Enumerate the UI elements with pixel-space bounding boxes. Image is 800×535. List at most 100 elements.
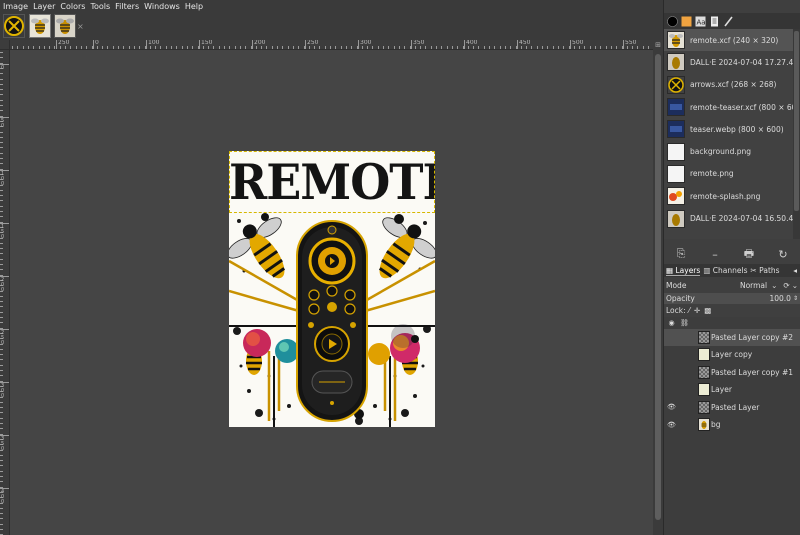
ruler-major-tick [93, 40, 94, 49]
image-tab-bee-alt[interactable] [54, 14, 76, 38]
pattern-icon[interactable] [681, 16, 692, 27]
scrollbar-thumb[interactable] [794, 31, 799, 211]
horizontal-ruler[interactable]: 250 0 100 150 200 250 300 350 400 450 500 550 [10, 40, 653, 50]
image-list-item[interactable]: remote-splash.png [664, 185, 800, 207]
layer-name: Pasted Layer [711, 402, 760, 412]
ruler-tick [361, 46, 363, 49]
ruler-label: 50 [1, 118, 5, 129]
tab-channels[interactable]: ▥ Channels [703, 266, 747, 275]
image-thumbnail-icon [667, 164, 685, 183]
image-tab-bee[interactable] [29, 14, 51, 38]
ruler-tick [451, 46, 453, 49]
ruler-tick [383, 46, 384, 49]
ruler-label: 350 [413, 40, 425, 46]
mode-toggle-icon[interactable]: ⟳ [783, 281, 789, 290]
ruler-tick [0, 216, 3, 218]
opacity-value[interactable]: 100.0 [769, 294, 790, 303]
ruler-tick [118, 46, 119, 49]
image-list-item[interactable]: background.png [664, 140, 800, 162]
ruler-tick [181, 46, 183, 49]
menu-colors[interactable]: Colors [60, 0, 85, 13]
image-list-item[interactable]: DALL·E 2024-07-04 16.50.40 - Cr [664, 207, 800, 229]
layer-row[interactable]: 👁 bg [664, 416, 800, 433]
menu-help[interactable]: Help [185, 0, 203, 13]
brush-icon[interactable] [667, 15, 678, 27]
vertical-ruler[interactable]: 0 50 100 150 200 250 300 350 400 [0, 50, 10, 535]
ruler-tick [282, 46, 284, 49]
images-scrollbar[interactable] [793, 29, 800, 239]
lock-pixels-icon[interactable]: ⁄ [689, 306, 690, 315]
ruler-tick [626, 46, 628, 49]
ruler-tick [0, 311, 3, 313]
ruler-tick [0, 370, 3, 371]
opacity-slider[interactable]: Opacity 100.0 ⇕ [664, 293, 800, 304]
eye-icon[interactable]: 👁 [667, 403, 676, 411]
scrollbar-thumb[interactable] [655, 54, 661, 520]
ruler-corner[interactable] [0, 40, 10, 50]
visibility-toggle[interactable] [667, 385, 676, 395]
navigate-icon[interactable]: ⊞ [653, 40, 663, 50]
eye-icon[interactable]: 👁 [667, 421, 676, 429]
eye-icon[interactable]: ◉ [667, 319, 676, 327]
print-icon[interactable]: 🖶 [742, 245, 756, 264]
menu-layer[interactable]: Layer [33, 0, 55, 13]
visibility-toggle[interactable] [667, 333, 676, 343]
ruler-tick [176, 46, 178, 49]
tab-menu-icon[interactable]: ◂ [793, 266, 797, 275]
ruler-tick [255, 46, 257, 49]
ruler-tick [0, 417, 3, 419]
tab-layers[interactable]: ▦ Layers [666, 266, 701, 276]
chain-icon[interactable]: ⛓ [680, 319, 689, 327]
canvas-scrollbar[interactable] [653, 40, 663, 535]
visibility-toggle[interactable] [667, 350, 676, 360]
image-list-item[interactable]: remote-teaser.xcf (800 × 600) [664, 96, 800, 118]
image-list-item[interactable]: teaser.webp (800 × 600) [664, 118, 800, 140]
ruler-tick [531, 46, 533, 49]
visibility-toggle[interactable] [667, 367, 676, 377]
menu-filters[interactable]: Filters [115, 0, 139, 13]
ruler-major-tick [56, 40, 57, 49]
image-tab-arrows[interactable] [3, 14, 25, 38]
ruler-tick [308, 46, 310, 49]
chevron-down-icon[interactable]: ⌄ [792, 281, 798, 290]
mode-select[interactable]: Normal [740, 281, 767, 290]
ruler-tick [563, 46, 565, 49]
ruler-tick [436, 46, 437, 49]
ruler-tick [547, 46, 549, 49]
ruler-tick [0, 523, 3, 525]
ruler-tick [0, 189, 3, 191]
spinner-icon[interactable]: ⇕ [793, 295, 798, 302]
layer-row[interactable]: Pasted Layer copy #1 [664, 364, 800, 381]
layer-row[interactable]: Layer copy [664, 346, 800, 363]
image-list-item[interactable]: DALL·E 2024-07-04 17.27.41 - Cr [664, 51, 800, 73]
menu-tools[interactable]: Tools [90, 0, 110, 13]
layer-row[interactable]: Pasted Layer copy #2 [664, 329, 800, 346]
fonts-icon[interactable]: Aa [695, 16, 706, 27]
close-icon[interactable]: × [77, 22, 84, 31]
open-view-button[interactable]: ⎘ [674, 247, 688, 261]
image-list-item[interactable]: remote.png [664, 163, 800, 185]
ruler-tick [213, 46, 215, 49]
menu-windows[interactable]: Windows [144, 0, 180, 13]
layer-row[interactable]: Layer [664, 381, 800, 398]
ruler-tick [229, 46, 231, 49]
menu-image[interactable]: Image [3, 0, 28, 13]
ruler-tick [0, 481, 3, 483]
lock-alpha-icon[interactable]: ▩ [704, 306, 711, 315]
ruler-label: 250 [58, 40, 70, 46]
remove-button[interactable]: – [708, 248, 722, 261]
lock-position-icon[interactable]: ✛ [694, 306, 700, 315]
chevron-down-icon[interactable]: ⌄ [771, 281, 777, 290]
ruler-tick [292, 46, 294, 49]
layer-row[interactable]: 👁 Pasted Layer [664, 399, 800, 416]
image-list-item[interactable]: arrows.xcf (268 × 268) [664, 74, 800, 96]
paintbrush-icon[interactable] [723, 16, 734, 27]
image-list-item[interactable]: remote.xcf (240 × 320) [664, 29, 800, 52]
ruler-tick [398, 46, 400, 49]
ruler-tick [0, 295, 3, 297]
ruler-tick [0, 317, 3, 318]
document-history-icon[interactable] [709, 16, 720, 27]
refresh-icon[interactable]: ↻ [776, 248, 790, 261]
tab-paths[interactable]: ✂ Paths [751, 266, 780, 275]
ruler-tick [27, 46, 29, 49]
